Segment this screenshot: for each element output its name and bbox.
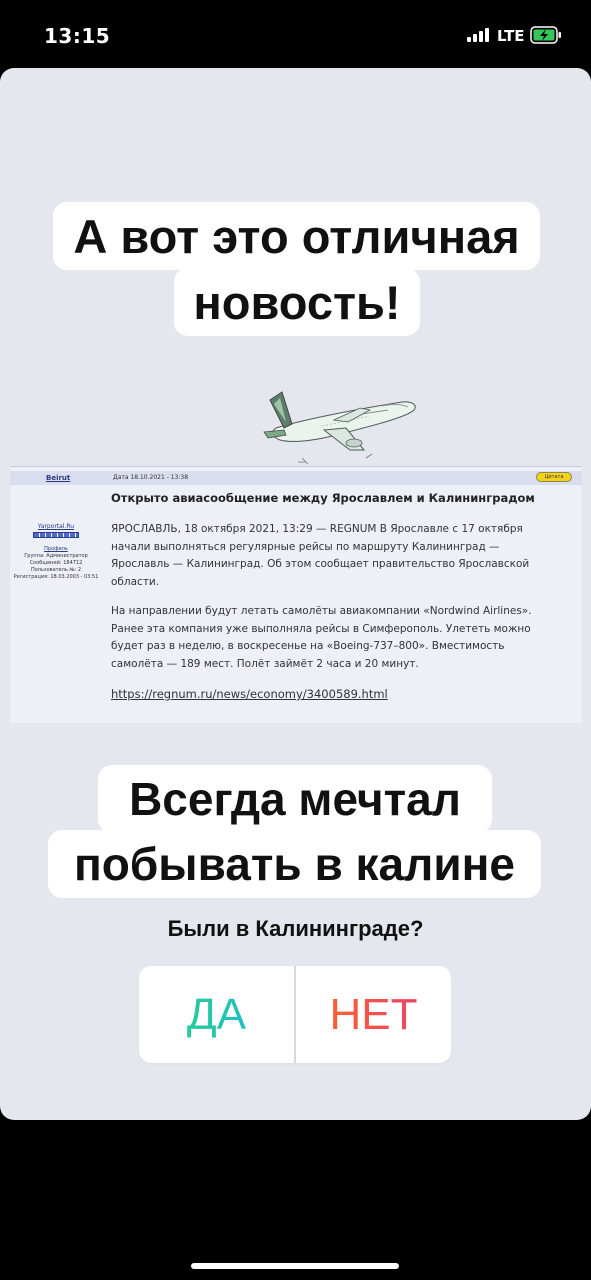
forum-user-registered: Регистрация: 18.03.2003 - 03:51 (13, 574, 99, 580)
airplane-drawing (263, 391, 416, 465)
forum-post-link: https://regnum.ru/news/economy/3400589.h… (111, 687, 388, 701)
forum-post-header (10, 471, 582, 485)
forum-user-profile-link: Профиль (44, 546, 68, 552)
forum-user-messages: Сообщений: 184712 (29, 560, 83, 566)
forum-date: Дата 18.10.2021 - 13:38 (113, 474, 189, 481)
forum-user-number: Пользователь №: 2 (30, 567, 82, 573)
story-card[interactable]: А вот это отличная новость! Beirut Дата … (0, 68, 591, 1120)
forum-post-screenshot: Beirut Дата 18.10.2021 - 13:38 Цитата Ya… (10, 466, 582, 723)
headline-line-2: новость! (174, 268, 420, 336)
forum-post-paragraph: На направлении будут летать самолёты ави… (111, 605, 532, 670)
forum-post-body: ЯРОСЛАВЛЬ, 18 октября 2021, 13:29 — REGN… (111, 521, 551, 705)
poll-option-no[interactable]: НЕТ (296, 966, 451, 1063)
forum-user-group: Группа: Администратор (24, 553, 88, 559)
poll-sticker: ДА НЕТ (139, 966, 451, 1063)
network-type: LTE (497, 27, 525, 45)
status-time: 13:15 (44, 24, 111, 48)
status-bar: 13:15 LTE (0, 0, 591, 68)
home-indicator[interactable] (191, 1263, 399, 1269)
forum-quote-button: Цитата (536, 472, 572, 482)
signal-strength-icon (467, 28, 489, 42)
forum-post-title: Открыто авиасообщение между Ярославлем и… (111, 491, 535, 505)
forum-post-paragraph: ЯРОСЛАВЛЬ, 18 октября 2021, 13:29 — REGN… (111, 523, 530, 588)
poll-option-yes[interactable]: ДА (139, 966, 294, 1063)
caption-line-1: Всегда мечтал (98, 765, 492, 833)
forum-author: Beirut (46, 474, 71, 482)
headline-line-1: А вот это отличная (53, 202, 540, 270)
forum-user-sidebar: Yarportal.Ru Профиль Группа: Администрат… (10, 523, 102, 581)
forum-user-rank-badges (33, 532, 79, 538)
forum-user-site: Yarportal.Ru (37, 523, 75, 530)
battery-charging-icon (530, 26, 561, 44)
poll-question: Были в Калининграде? (167, 916, 424, 941)
caption-line-2: побывать в калине (48, 830, 541, 898)
